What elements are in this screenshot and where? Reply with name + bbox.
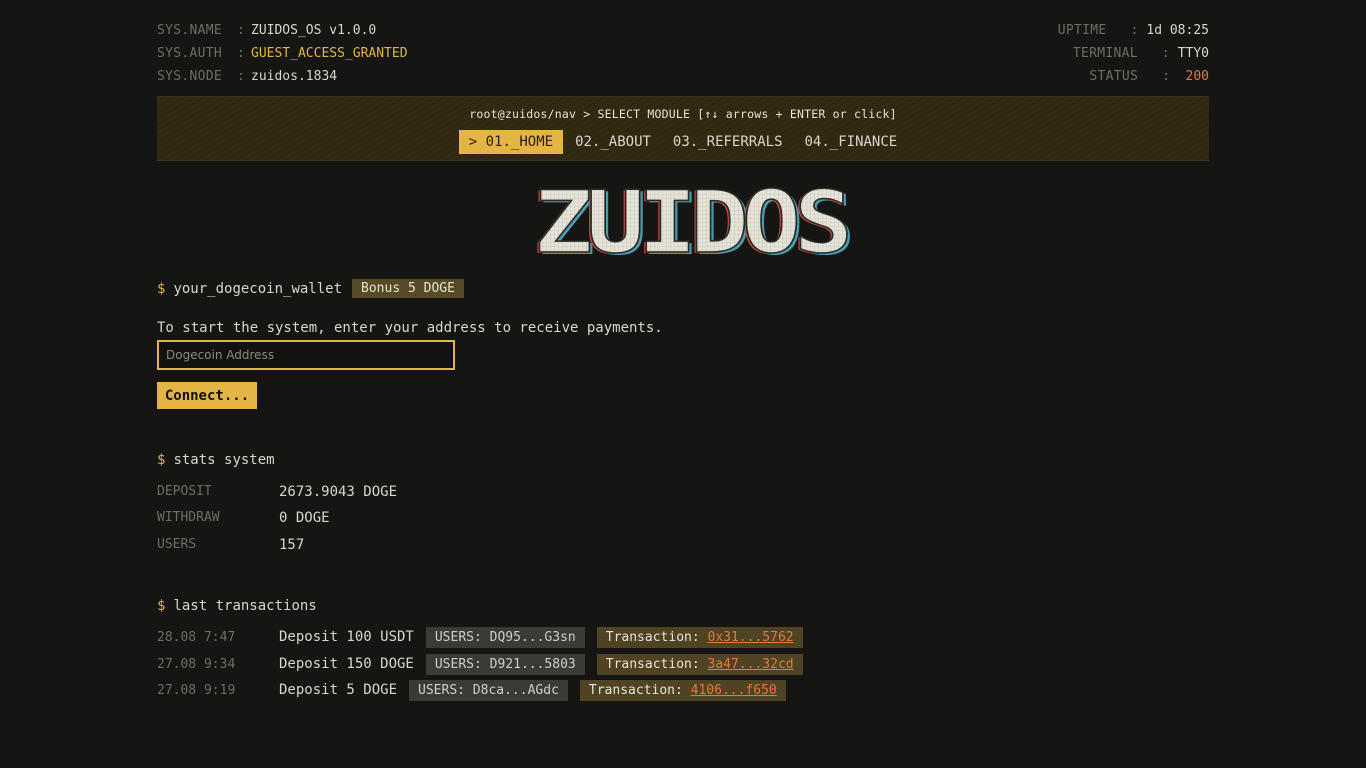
prompt-symbol: $ [157,598,166,614]
sys-key: SYS.NODE [157,69,223,84]
sys-value: 1d 08:25 [1146,23,1209,38]
wallet-prompt: $ your_dogecoin_wallet Bonus 5 DOGE [157,279,464,298]
sys-separator: : [1130,23,1139,38]
prompt-symbol: $ [157,452,166,468]
status-row: STATUS : 200 [1058,68,1209,91]
tx-desc: Deposit 5 DOGE [279,682,398,698]
stat-value: 2673.9043 DOGE [279,484,398,500]
sys-value: ZUIDOS_OS v1.0.0 [251,23,377,38]
sys-value: zuidos.1834 [251,69,338,84]
tx-desc: Deposit 100 USDT [279,629,414,645]
sys-name-row: SYS.NAME : ZUIDOS_OS v1.0.0 [157,22,408,45]
sys-key: STATUS [1089,69,1139,84]
stats-prompt-label: stats system [173,452,275,468]
stat-value: 157 [279,537,305,553]
stat-key: DEPOSIT [157,484,212,499]
dogecoin-address-input[interactable] [157,340,455,370]
stat-value: 0 DOGE [279,510,330,526]
tx-desc: Deposit 150 DOGE [279,656,414,672]
table-row: 27.08 9:34 Deposit 150 DOGE USERS: D921.… [157,653,803,675]
table-row: 28.08 7:47 Deposit 100 USDT USERS: DQ95.… [157,626,803,648]
nav-prompt: root@zuidos/nav > SELECT MODULE [↑↓ arro… [469,107,897,121]
sys-separator: : [1162,69,1170,84]
tx-time: 28.08 7:47 [157,629,236,645]
tx-transaction-badge: Transaction: 4106...f650 [579,679,786,701]
status-code: 200 [1185,69,1209,84]
sys-info-right: UPTIME : 1d 08:25 TERMINAL : TTY0 STATUS… [1058,22,1209,91]
transactions-prompt-label: last transactions [173,598,317,614]
sys-key: SYS.NAME [157,23,223,38]
table-row: 27.08 9:19 Deposit 5 DOGE USERS: D8ca...… [157,679,786,701]
sys-separator: : [237,69,245,84]
zuidos-logo: ZUIDOS ZUIDOS ZUIDOS [532,186,850,260]
bonus-badge: Bonus 5 DOGE [352,279,464,298]
tx-hash-link[interactable]: 4106...f650 [691,683,777,698]
sys-node-row: SYS.NODE : zuidos.1834 [157,68,408,91]
wallet-hint: To start the system, enter your address … [157,320,663,336]
tx-trans-label: Transaction: [605,656,700,672]
wallet-prompt-label: your_dogecoin_wallet [173,280,343,297]
sys-separator: : [237,46,245,61]
uptime-row: UPTIME : 1d 08:25 [1058,22,1209,45]
module-nav-bar: root@zuidos/nav > SELECT MODULE [↑↓ arro… [157,96,1209,161]
tx-user-badge: USERS: D921...5803 [425,653,585,675]
tx-hash-link[interactable]: 3a47...32cd [708,657,794,672]
tx-transaction-badge: Transaction: 0x31...5762 [596,626,803,648]
prompt-symbol: $ [157,280,166,297]
sys-value: GUEST_ACCESS_GRANTED [251,46,408,61]
tx-transaction-badge: Transaction: 3a47...32cd [596,653,803,675]
tx-time: 27.08 9:34 [157,656,236,672]
logo-text: ZUIDOS [534,186,847,260]
tx-time: 27.08 9:19 [157,682,236,698]
stat-key: USERS [157,537,197,552]
tab-referrals[interactable]: 03._REFERRALS [663,130,793,154]
sys-key: SYS.AUTH [157,46,223,61]
stat-deposit: DEPOSIT 2673.9043 DOGE [157,484,397,500]
stat-users: USERS 157 [157,537,304,553]
sys-auth-row: SYS.AUTH : GUEST_ACCESS_GRANTED [157,45,408,68]
tx-trans-label: Transaction: [605,629,700,645]
sys-key: UPTIME [1057,23,1107,38]
transactions-prompt: $ last transactions [157,598,317,614]
stats-prompt: $ stats system [157,452,275,468]
sys-info-left: SYS.NAME : ZUIDOS_OS v1.0.0 SYS.AUTH : G… [157,22,408,91]
tx-hash-link[interactable]: 0x31...5762 [708,630,794,645]
sys-key: TERMINAL [1072,46,1138,61]
tab-finance[interactable]: 04._FINANCE [795,130,908,154]
nav-tabs: > 01._HOME 02._ABOUT 03._REFERRALS 04._F… [157,130,1209,154]
terminal-row: TERMINAL : TTY0 [1058,45,1209,68]
tab-about[interactable]: 02._ABOUT [565,130,661,154]
tx-trans-label: Transaction: [588,682,683,698]
connect-button[interactable]: Connect... [157,382,257,409]
stat-key: WITHDRAW [157,510,220,525]
tx-user-badge: USERS: DQ95...G3sn [425,626,585,648]
stat-withdraw: WITHDRAW 0 DOGE [157,510,330,526]
sys-separator: : [1161,46,1170,61]
sys-separator: : [237,23,245,38]
tab-home[interactable]: > 01._HOME [458,130,564,154]
sys-value: TTY0 [1177,46,1209,61]
tx-user-badge: USERS: D8ca...AGdc [409,679,568,701]
